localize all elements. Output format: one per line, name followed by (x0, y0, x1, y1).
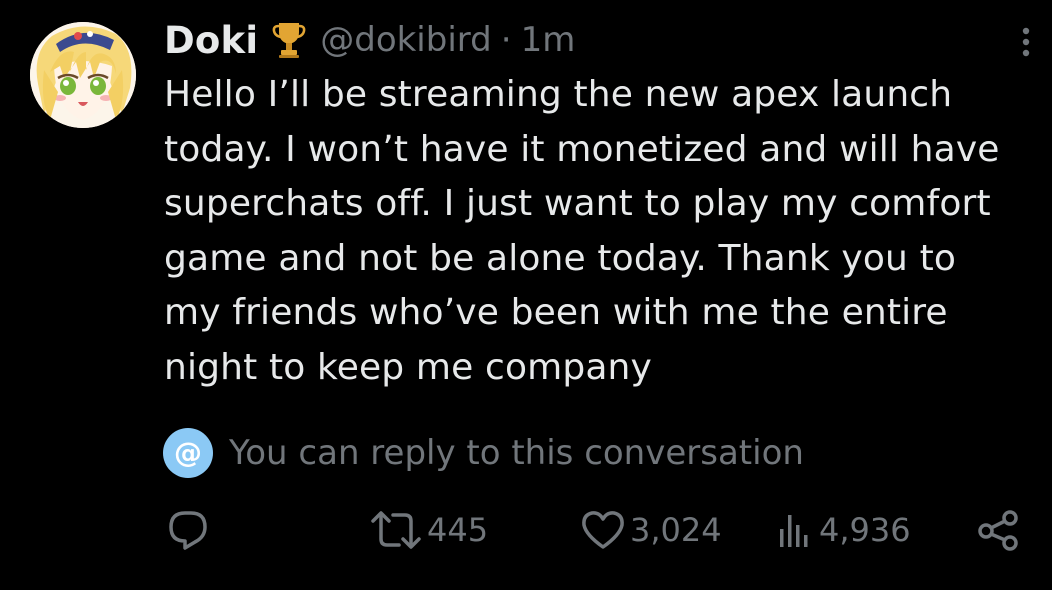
share-button[interactable] (976, 500, 1022, 560)
timestamp[interactable]: 1m (521, 20, 576, 60)
retweet-count: 445 (427, 511, 489, 549)
reply-restriction-text: You can reply to this conversation (229, 433, 804, 473)
tweet-header: Doki @dokibird · 1m (164, 14, 575, 66)
tweet: Doki @dokibird · 1m Hello I’ll be stream… (0, 0, 1052, 590)
separator-dot: · (500, 20, 512, 60)
reply-icon (169, 511, 207, 550)
views-chart-icon (780, 515, 808, 547)
like-count: 3,024 (630, 511, 722, 549)
share-icon (978, 510, 1018, 551)
retweet-button[interactable]: 445 (369, 500, 488, 560)
tweet-text: Hello I’ll be streaming the new apex lau… (164, 74, 1000, 388)
like-button[interactable]: 3,024 (580, 500, 722, 560)
user-handle[interactable]: @dokibird (320, 20, 492, 60)
retweet-icon (371, 511, 421, 549)
more-options-icon[interactable] (1014, 24, 1038, 60)
avatar[interactable] (30, 22, 136, 128)
reply-button[interactable] (165, 500, 211, 560)
views-button[interactable]: 4,936 (775, 500, 911, 560)
mention-icon: @ (163, 428, 213, 478)
display-name[interactable]: Doki (164, 19, 258, 62)
action-bar: 445 3,024 4,936 (0, 500, 1052, 560)
reply-restriction-notice: @ You can reply to this conversation (163, 426, 804, 480)
trophy-icon (272, 20, 306, 60)
heart-icon (582, 511, 624, 549)
views-count: 4,936 (819, 511, 911, 549)
